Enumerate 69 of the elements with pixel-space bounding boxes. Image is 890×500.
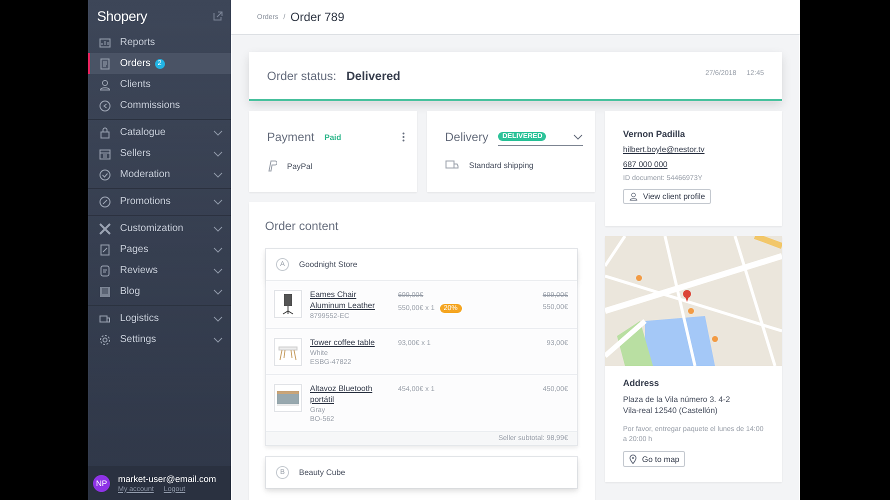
sidebar-item[interactable]: Customization xyxy=(88,218,231,239)
sidebar-item[interactable]: Pages xyxy=(88,239,231,260)
sidebar-item[interactable]: Reports xyxy=(88,32,231,53)
status-value: Delivered xyxy=(346,68,400,82)
sidebar-item[interactable]: Commissions xyxy=(88,95,231,116)
user-email: market-user@email.com xyxy=(118,474,216,484)
address-line: Plaza de la Vila número 3. 4-2 xyxy=(623,394,732,405)
store-name: Goodnight Store xyxy=(299,260,358,269)
go-to-map-button[interactable]: Go to map xyxy=(623,451,686,467)
email-link[interactable]: hilbert.boyle@nestor.tv xyxy=(623,145,764,154)
edit-page-icon xyxy=(99,244,111,256)
chevron-down-icon xyxy=(213,246,223,252)
address-title: Address xyxy=(623,378,660,388)
address-line: Vila-real 12540 (Castellón) xyxy=(623,405,719,416)
truck-icon xyxy=(99,312,111,324)
chevron-down-icon xyxy=(213,288,223,294)
review-icon xyxy=(99,264,111,276)
speaker-drawing xyxy=(274,384,302,412)
phone-link[interactable]: 687 000 000 xyxy=(623,160,764,169)
product-link[interactable]: Eames Chair Aluminum Leather xyxy=(310,289,390,311)
external-link-icon[interactable] xyxy=(213,11,223,21)
sidebar-item[interactable]: Moderation xyxy=(88,164,231,185)
chart-icon xyxy=(99,36,111,48)
book-icon xyxy=(99,286,111,298)
sidebar-item[interactable]: Sellers xyxy=(88,143,231,164)
chevron-down-icon xyxy=(213,226,223,232)
chevron-down-icon xyxy=(213,198,223,204)
sidebar-item[interactable]: Logistics xyxy=(88,308,231,329)
table-drawing xyxy=(274,338,302,366)
more-icon[interactable] xyxy=(402,132,405,142)
truck-icon xyxy=(445,160,459,170)
person-icon xyxy=(99,78,111,90)
payment-method: PayPal xyxy=(287,162,312,170)
sidebar-item[interactable]: Blog xyxy=(88,281,231,302)
product-link[interactable]: Tower coffee table xyxy=(310,337,390,348)
card-title: Payment xyxy=(267,130,314,144)
section-title: Order content xyxy=(265,219,340,233)
status-label: Order status: xyxy=(267,68,336,82)
gear-icon xyxy=(99,334,111,346)
sidebar-item[interactable]: Catalogue xyxy=(88,122,231,143)
sidebar-item[interactable]: Settings xyxy=(88,329,231,350)
check-circle-icon xyxy=(99,168,111,180)
view-profile-button[interactable]: View client profile xyxy=(623,189,712,204)
client-name: Vernon Padilla xyxy=(623,129,686,139)
chevron-down-icon xyxy=(213,336,223,342)
calendar-icon xyxy=(99,148,111,160)
chair-drawing xyxy=(274,290,302,318)
location-pin-icon xyxy=(629,454,637,464)
sidebar-item[interactable]: Promotions xyxy=(88,191,231,212)
page-title: Order 789 xyxy=(290,10,344,24)
chevron-down-icon xyxy=(213,172,223,178)
product-link[interactable]: Altavoz Bluetooth portátil xyxy=(310,383,390,405)
shipping-method: Standard shipping xyxy=(469,160,534,170)
chevron-down-icon xyxy=(213,150,223,156)
chevron-down-icon xyxy=(213,316,223,322)
paypal-icon xyxy=(267,160,277,172)
store-name: Beauty Cube xyxy=(299,468,346,477)
brand-logo[interactable]: Shopery xyxy=(97,8,148,24)
document-icon xyxy=(99,58,111,70)
chevron-down-icon xyxy=(213,130,223,136)
card-title: Delivery xyxy=(445,130,488,144)
person-icon xyxy=(629,192,638,201)
chevron-down-icon xyxy=(573,134,583,140)
sidebar-item[interactable]: Clients xyxy=(88,74,231,95)
chevron-down-icon xyxy=(213,268,223,274)
payment-status: Paid xyxy=(324,132,342,142)
sidebar-item[interactable]: Reviews xyxy=(88,260,231,281)
bag-icon xyxy=(99,126,111,138)
user-avatar[interactable]: NP xyxy=(93,474,110,492)
